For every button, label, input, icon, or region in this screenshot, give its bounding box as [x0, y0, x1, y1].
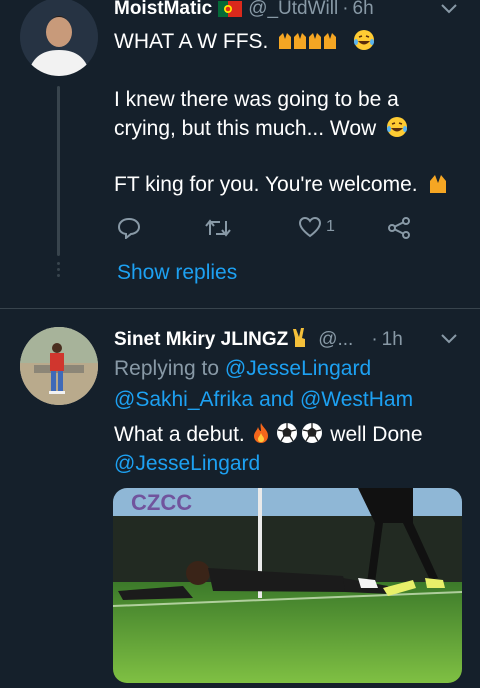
mention-link[interactable]: @Sakhi_Afrika — [114, 388, 253, 411]
avatar[interactable] — [20, 0, 98, 76]
tweet-text-para3: FT king for you. You're welcome. — [114, 170, 449, 202]
reply-icon — [117, 217, 141, 239]
chevron-down-icon[interactable] — [440, 330, 458, 348]
replying-to: Replying to @JesseLingard — [114, 354, 371, 383]
raised-hands-emoji — [277, 29, 353, 51]
tweet-2[interactable]: Sinet Mkiry JLINGZ @... · 1h Replying to… — [0, 309, 480, 688]
thread-line — [57, 86, 60, 256]
tweet-text-para2: I knew there was going to be a crying, b… — [114, 85, 444, 143]
portugal-flag-icon — [218, 1, 243, 17]
tweet-text-line: What a debut. well Done — [114, 420, 423, 452]
tweet-header: MoistMatic @_UtdWill · 6h — [114, 0, 374, 20]
laughing-emoji — [386, 116, 408, 138]
soccer-ball-emoji — [276, 422, 324, 452]
username[interactable]: @... — [318, 329, 353, 351]
victory-hand-emoji — [290, 326, 310, 354]
tweet-text: FT king for you. You're welcome. — [114, 173, 418, 196]
replying-to-label: Replying to — [114, 357, 220, 380]
share-button[interactable] — [387, 216, 411, 240]
replying-to-line2: @Sakhi_Afrika and @WestHam — [114, 385, 413, 414]
chevron-down-icon[interactable] — [440, 0, 458, 18]
tweet-media-image[interactable]: CZCC — [113, 488, 462, 683]
display-name[interactable]: Sinet Mkiry JLINGZ — [114, 329, 288, 351]
timestamp[interactable]: 6h — [353, 0, 374, 20]
share-icon — [388, 217, 410, 239]
username[interactable]: @_UtdWill — [248, 0, 338, 20]
separator: · — [371, 329, 378, 350]
like-button[interactable]: 1 — [298, 216, 335, 238]
tweet-text-line1: WHAT A W FFS. — [114, 27, 375, 56]
tweet-text: WHAT A W FFS. — [114, 30, 269, 53]
show-replies-link[interactable]: Show replies — [117, 261, 237, 285]
display-name[interactable]: MoistMatic — [114, 0, 212, 20]
svg-text:CZCC: CZCC — [131, 490, 192, 515]
fire-emoji — [251, 422, 271, 452]
laughing-emoji — [353, 29, 375, 51]
mention-link[interactable]: @JesseLingard — [225, 357, 371, 380]
mention-link[interactable]: @WestHam — [300, 388, 413, 411]
tweet-text: well Done — [330, 423, 423, 446]
and-text: and — [259, 388, 295, 411]
mention-link[interactable]: @JesseLingard — [114, 452, 260, 475]
tweet-text: I knew there was going to be a crying, b… — [114, 88, 399, 140]
tweet-header: Sinet Mkiry JLINGZ @... · 1h — [114, 326, 403, 354]
retweet-icon — [205, 219, 231, 237]
retweet-button[interactable] — [204, 217, 232, 239]
tweet-text: What a debut. — [114, 423, 245, 446]
thread-dots — [57, 262, 60, 280]
avatar-image — [20, 0, 98, 76]
tweet-text-mention: @JesseLingard — [114, 449, 260, 478]
timestamp[interactable]: 1h — [382, 329, 403, 351]
like-icon — [298, 216, 322, 238]
separator: · — [342, 0, 349, 19]
reply-button[interactable] — [117, 217, 141, 239]
avatar-image — [20, 327, 98, 405]
avatar[interactable] — [20, 327, 98, 405]
like-count: 1 — [326, 218, 335, 235]
raised-hands-emoji — [427, 172, 449, 202]
tweet-1[interactable]: MoistMatic @_UtdWill · 6h WHAT A W FFS. — [0, 0, 480, 308]
football-photo: CZCC — [113, 488, 462, 683]
